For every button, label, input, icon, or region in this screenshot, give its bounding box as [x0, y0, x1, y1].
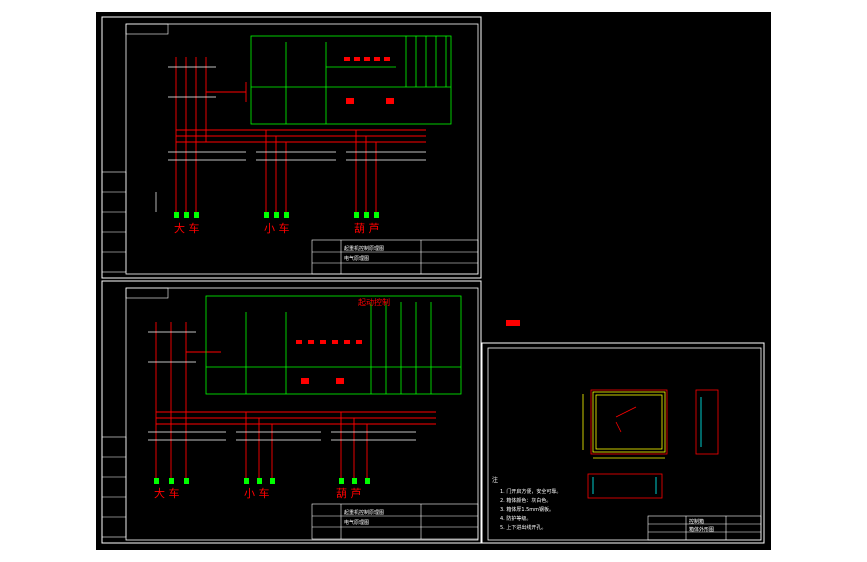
- panel-note-4: 4. 防护等级。: [500, 515, 531, 522]
- panel-note-3: 3. 箱体厚1.5mm钢板。: [500, 506, 554, 513]
- panel-titleblock-sub: 箱体外形图: [689, 526, 714, 533]
- top-titleblock-sub: 电气原理图: [344, 255, 369, 262]
- top-titleblock-name: 起重机控制原理图: [344, 245, 384, 252]
- bottom-titleblock-sub: 电气原理图: [344, 519, 369, 526]
- bottom-label-hoist: 葫 芦: [336, 487, 362, 500]
- bottom-label-trolley: 小 车: [244, 486, 270, 500]
- sheet-bottom: 起动控制 大 车 小 车 葫 芦 起重机控制原理图 电气原理图: [101, 280, 520, 544]
- panel-note-5: 5. 上下进出线开孔。: [500, 524, 546, 531]
- panel-note-1: 1. 门开启方便，安全可靠。: [500, 488, 561, 495]
- top-label-trolley: 小 车: [264, 221, 290, 235]
- cad-drawing: 大 车 小 车 葫 芦 起重机控制原理图 电气原理图 起动控制 大 车 小 车 …: [101, 16, 765, 544]
- panel-note-2: 2. 箱体颜色：灰白色。: [500, 497, 551, 504]
- panel-red-marker: [506, 320, 520, 326]
- sheet-panel: 注 1. 门开启方便，安全可靠。 2. 箱体颜色：灰白色。 3. 箱体厚1.5m…: [481, 342, 765, 544]
- top-label-crane: 大 车: [174, 221, 200, 235]
- sheet-top: 大 车 小 车 葫 芦 起重机控制原理图 电气原理图: [101, 16, 482, 279]
- cad-viewport[interactable]: 大 车 小 车 葫 芦 起重机控制原理图 电气原理图 起动控制 大 车 小 车 …: [96, 12, 771, 550]
- panel-titleblock-name: 控制箱: [689, 518, 704, 525]
- bottom-titleblock-name: 起重机控制原理图: [344, 509, 384, 516]
- bottom-label-crane: 大 车: [154, 486, 180, 500]
- top-label-hoist: 葫 芦: [354, 222, 380, 235]
- bottom-header-red: 起动控制: [358, 297, 390, 307]
- panel-notes-title: 注: [492, 476, 498, 484]
